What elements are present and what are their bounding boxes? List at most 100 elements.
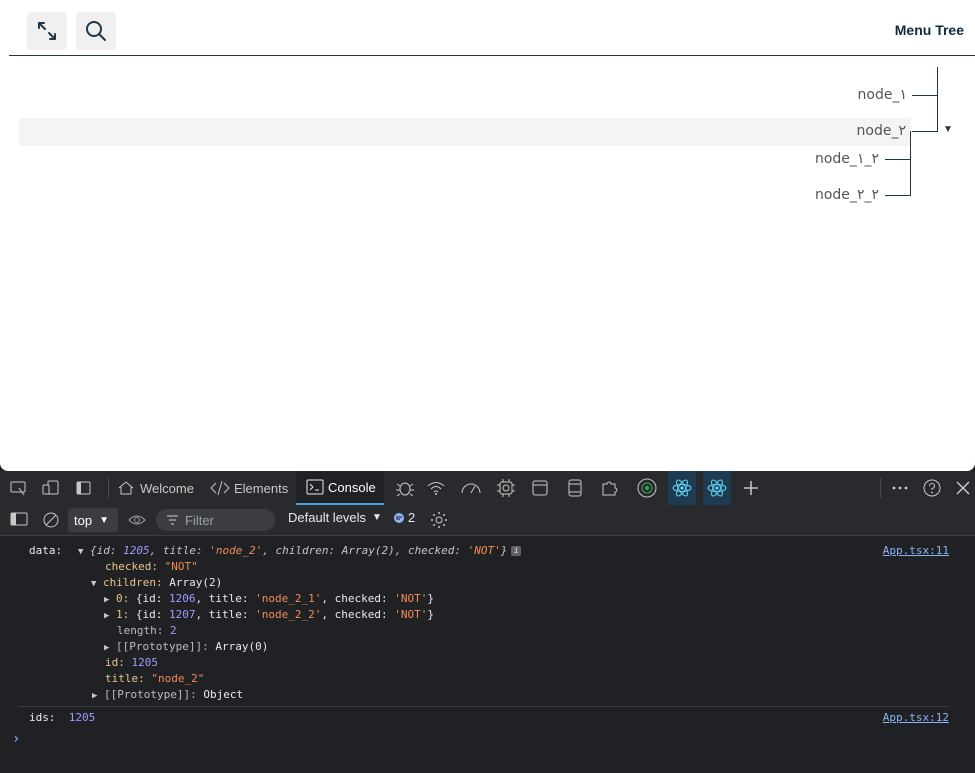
- prop-key: [[Prototype]]:: [116, 640, 216, 653]
- context-select[interactable]: top ▼: [68, 508, 118, 532]
- summary-title: 'node_2': [209, 544, 263, 557]
- prop-value: "NOT": [164, 560, 198, 573]
- add-tab-button[interactable]: [742, 471, 760, 505]
- window-icon: [532, 480, 548, 496]
- log-entry-summary[interactable]: ▼ {id: 1205, title: 'node_2', children: …: [78, 544, 522, 559]
- expand-triangle-icon[interactable]: ▼: [91, 579, 96, 589]
- prop-row[interactable]: ▼ children: Array(2): [91, 576, 222, 591]
- prop-number: 1206: [169, 592, 196, 605]
- close-devtools-button[interactable]: [955, 471, 971, 505]
- expand-button[interactable]: [27, 12, 67, 50]
- log-levels-dropdown[interactable]: Default levels ▼: [288, 510, 382, 525]
- help-button[interactable]: [922, 471, 942, 505]
- prop-key: 1:: [116, 608, 136, 621]
- prop-row[interactable]: ▶ 1: {id: 1207, title: 'node_2_2', check…: [104, 608, 434, 623]
- tab-react-components[interactable]: [668, 471, 696, 505]
- prop-value: Object: [203, 688, 244, 701]
- console-settings-button[interactable]: [430, 511, 448, 534]
- message-count-badge[interactable]: 2: [393, 510, 415, 525]
- tree-connector: [885, 195, 911, 196]
- info-icon[interactable]: i: [511, 546, 522, 556]
- tree-node[interactable]: node_٢: [857, 123, 906, 139]
- tab-issues[interactable]: [395, 471, 415, 505]
- home-icon: [118, 481, 134, 495]
- device-icon: [42, 480, 59, 495]
- tab-welcome[interactable]: Welcome: [117, 471, 194, 505]
- levels-label: Default levels: [288, 510, 367, 525]
- eye-icon: [128, 515, 146, 525]
- tab-console[interactable]: Console: [296, 471, 384, 505]
- prop-text: , checked:: [321, 608, 395, 621]
- prop-row: checked: "NOT": [105, 560, 198, 574]
- tab-network[interactable]: [426, 471, 446, 505]
- tree-node[interactable]: node_٢_٢: [815, 187, 879, 203]
- prop-row[interactable]: ▶ 0: {id: 1206, title: 'node_2_1', check…: [104, 592, 434, 607]
- prop-row: id: 1205: [105, 656, 158, 670]
- chevron-down-icon: ▼: [372, 512, 382, 523]
- prop-string: 'NOT': [394, 592, 428, 605]
- app-window: Menu Tree node_١ node_٢ ▼ node_٢_١ node_…: [0, 0, 975, 471]
- prop-value: Array(0): [215, 640, 269, 653]
- tree-connector: [912, 131, 938, 132]
- code-icon: [210, 480, 230, 496]
- log-entry: ids: 1205: [29, 711, 95, 725]
- prop-row: title: "node_2": [105, 672, 204, 686]
- tab-label: Console: [328, 479, 376, 495]
- tab-performance[interactable]: [460, 471, 482, 505]
- prop-key: title:: [105, 672, 152, 685]
- search-icon: [86, 21, 106, 41]
- filter-icon: [167, 515, 178, 525]
- console-prompt[interactable]: ›: [12, 732, 20, 746]
- console-icon: [306, 479, 324, 495]
- clear-console-button[interactable]: [42, 511, 60, 534]
- live-expression-button[interactable]: [128, 512, 146, 533]
- prop-text: , checked:: [321, 592, 395, 605]
- prop-value: "node_2": [151, 672, 205, 685]
- tab-lighthouse[interactable]: [636, 471, 658, 505]
- filter-input[interactable]: Filter: [156, 509, 275, 531]
- filter-placeholder: Filter: [185, 512, 214, 528]
- message-count: 2: [408, 510, 416, 525]
- sidebar-toggle-button[interactable]: [75, 471, 93, 505]
- device-emulation-button[interactable]: [42, 471, 60, 505]
- expand-triangle-icon[interactable]: ▶: [104, 643, 109, 653]
- tree-node[interactable]: node_١: [858, 87, 907, 103]
- log-value: 1205: [68, 711, 96, 724]
- expand-triangle-icon[interactable]: ▶: [104, 595, 109, 605]
- inspect-icon: [10, 481, 26, 496]
- prop-key: 0:: [116, 592, 136, 605]
- prop-text: , title:: [195, 608, 256, 621]
- search-button[interactable]: [76, 12, 116, 50]
- tab-label: Elements: [234, 480, 289, 496]
- prop-number: 1207: [169, 608, 196, 621]
- react-icon: [672, 479, 692, 497]
- clear-icon: [43, 512, 59, 528]
- bug-icon: [396, 482, 414, 497]
- expand-triangle-icon[interactable]: ▼: [78, 547, 83, 557]
- prop-row[interactable]: ▶ [[Prototype]]: Object: [92, 688, 243, 703]
- prop-row: length: 2: [117, 624, 177, 638]
- sidebar-toggle-button[interactable]: [10, 511, 28, 532]
- source-link[interactable]: App.tsx:11: [883, 544, 949, 557]
- prop-text: }: [427, 592, 434, 605]
- message-icon: [394, 512, 404, 523]
- tab-react-profiler[interactable]: [703, 471, 731, 505]
- log-label: data:: [29, 544, 63, 557]
- expand-triangle-icon[interactable]: ▶: [92, 691, 97, 701]
- tab-application[interactable]: [531, 471, 549, 505]
- inspect-button[interactable]: [10, 471, 28, 505]
- prop-row[interactable]: ▶ [[Prototype]]: Array(0): [104, 640, 268, 655]
- caret-down-icon[interactable]: ▼: [943, 124, 953, 135]
- tab-extensions[interactable]: [600, 471, 620, 505]
- source-link[interactable]: App.tsx:12: [883, 711, 949, 724]
- close-icon: [956, 481, 970, 495]
- summary-checked: 'NOT': [467, 544, 501, 557]
- tab-memory[interactable]: [496, 471, 516, 505]
- tree-node[interactable]: node_٢_١: [815, 151, 879, 167]
- tree-connector: [885, 159, 911, 160]
- tab-elements[interactable]: Elements: [210, 471, 288, 505]
- more-options-button[interactable]: [891, 471, 909, 505]
- tab-sources[interactable]: [566, 471, 584, 505]
- expand-triangle-icon[interactable]: ▶: [104, 611, 109, 621]
- sidebar-icon: [10, 512, 28, 526]
